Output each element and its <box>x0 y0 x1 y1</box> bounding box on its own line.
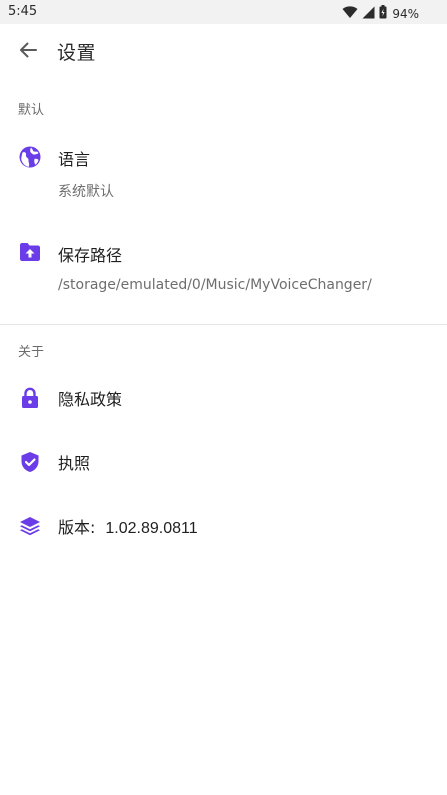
pref-save-path-summary: /storage/emulated/0/Music/MyVoiceChanger… <box>58 277 372 293</box>
pref-save-path[interactable]: 保存路径 /storage/emulated/0/Music/MyVoiceCh… <box>0 226 447 308</box>
pref-version[interactable]: 版本: 1.02.89.0811 <box>0 500 447 550</box>
pref-version-row: 版本: 1.02.89.0811 <box>58 514 198 538</box>
pref-save-path-title: 保存路径 <box>58 246 123 265</box>
section-header-default: 默认 <box>18 103 45 118</box>
version-number: 1.02.89.0811 <box>105 520 198 537</box>
folder-upload-icon <box>18 240 42 264</box>
pref-version-title: 版本: <box>58 518 96 537</box>
layers-icon <box>18 514 42 538</box>
pref-language-title: 语言 <box>58 150 91 169</box>
pref-language-summary: 系统默认 <box>58 184 114 200</box>
page-title: 设置 <box>57 42 97 64</box>
status-icons: 94% <box>342 4 419 23</box>
wifi-icon <box>342 4 358 23</box>
status-time: 5:45 <box>8 4 38 19</box>
pref-privacy-policy[interactable]: 隐私政策 <box>0 372 447 422</box>
shield-check-icon <box>18 450 42 474</box>
status-bar: 5:45 94% <box>0 0 447 24</box>
pref-language[interactable]: 语言 系统默认 <box>0 130 447 210</box>
section-divider <box>0 324 447 325</box>
pref-license[interactable]: 执照 <box>0 436 447 486</box>
pref-license-title: 执照 <box>58 454 91 473</box>
globe-icon <box>18 145 42 169</box>
section-header-about: 关于 <box>18 345 45 360</box>
battery-percent: 94% <box>392 6 419 21</box>
arrow-back-icon <box>18 40 38 64</box>
pref-privacy-policy-title: 隐私政策 <box>58 390 123 409</box>
signal-icon <box>362 4 375 23</box>
lock-icon <box>18 386 42 410</box>
toolbar: 设置 <box>0 24 447 80</box>
battery-icon <box>379 4 387 23</box>
back-button[interactable] <box>12 36 44 68</box>
